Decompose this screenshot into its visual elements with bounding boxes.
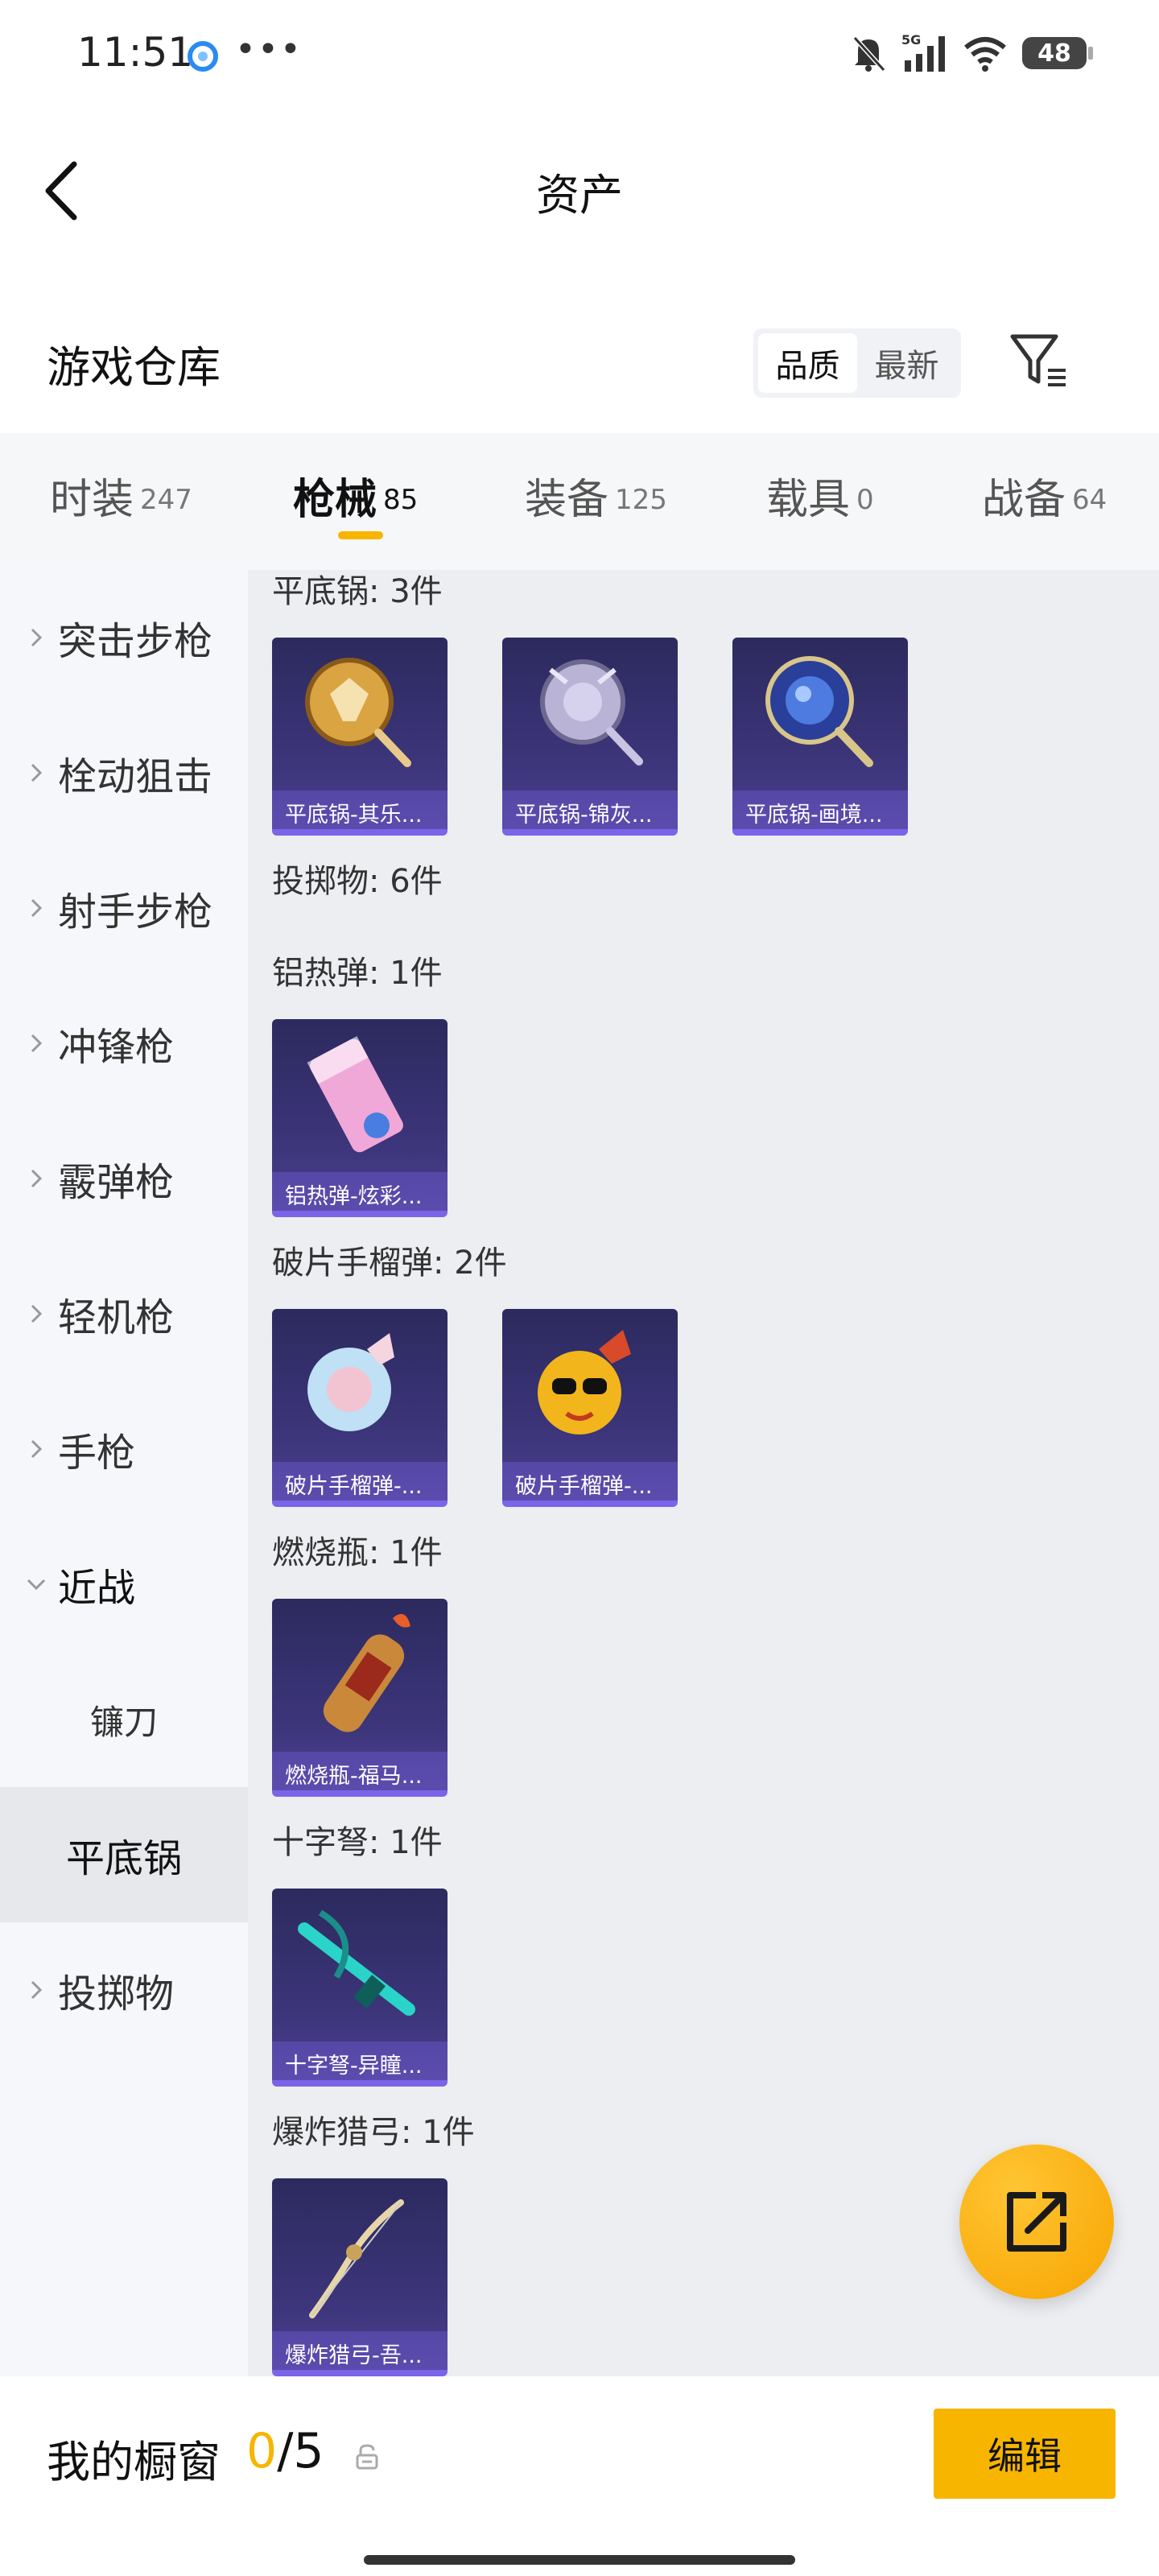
molotov-image [323, 1613, 410, 1732]
frag-grenade-image [307, 1333, 394, 1431]
showcase-count: 0/5 [246, 2423, 324, 2479]
wifi-icon [964, 37, 1006, 72]
showcase-bar: 我的橱窗 0/5 编辑 [0, 2376, 1159, 2576]
status-bar: 11:51 ••• 5G 48 [0, 0, 1159, 105]
chevron-right-icon [24, 625, 48, 650]
sidebar-item-melee[interactable]: 近战 [0, 1517, 248, 1652]
item-card[interactable]: 破片手榴弹-... [272, 1309, 448, 1507]
showcase-label: 我的橱窗 [47, 2437, 221, 2487]
page-title: 资产 [536, 170, 623, 221]
share-button[interactable] [959, 2145, 1114, 2299]
frying-pan-image [540, 659, 643, 766]
chevron-right-icon [24, 761, 48, 785]
sidebar-item-marksman-rifle[interactable]: 射手步枪 [0, 840, 248, 976]
section-title: 平底锅: 3件 [272, 573, 443, 610]
tab-equipment[interactable]: 装备 125 [525, 465, 667, 554]
edit-button[interactable]: 编辑 [934, 2409, 1116, 2499]
active-tab-indicator [338, 531, 383, 539]
home-indicator[interactable] [364, 2555, 795, 2565]
section-title: 破片手榴弹: 2件 [272, 1245, 507, 1282]
item-card[interactable]: 铝热弹-炫彩... [272, 1019, 448, 1217]
crossbow-image [298, 1909, 415, 2016]
more-notifications-icon: ••• [235, 29, 303, 70]
section-title: 爆炸猎弓: 1件 [272, 2114, 475, 2151]
item-card[interactable]: 平底锅-画境... [732, 638, 908, 836]
chevron-right-icon [24, 1437, 48, 1461]
browser-app-icon [188, 41, 218, 72]
tab-fashion[interactable]: 时装 247 [50, 465, 192, 554]
filter-icon[interactable] [1008, 328, 1072, 393]
frag-grenade-image [538, 1330, 631, 1435]
sidebar-item-shotgun[interactable]: 霰弹枪 [0, 1111, 248, 1246]
section-title: 燃烧瓶: 1件 [272, 1534, 443, 1571]
share-icon [1007, 2192, 1066, 2252]
section-title: 铝热弹: 1件 [272, 955, 443, 992]
chevron-right-icon [24, 1302, 48, 1326]
hunting-bow-image [309, 2199, 404, 2318]
sidebar-item-smg[interactable]: 冲锋枪 [0, 976, 248, 1111]
tab-vehicles[interactable]: 载具 0 [766, 465, 874, 554]
sidebar-item-throwables[interactable]: 投掷物 [0, 1922, 248, 2058]
sidebar-item-lmg[interactable]: 轻机枪 [0, 1246, 248, 1381]
category-tabs: 时装 247 枪械 85 装备 125 载具 0 战备 64 [0, 433, 1159, 570]
mute-bell-icon [852, 35, 886, 72]
chevron-down-icon [24, 1576, 48, 1592]
chevron-right-icon [24, 896, 48, 920]
chevron-right-icon [24, 1978, 48, 2002]
item-card[interactable]: 十字弩-异瞳... [272, 1889, 448, 2087]
lock-icon [356, 2444, 378, 2470]
sidebar-item-assault-rifle[interactable]: 突击步枪 [0, 570, 248, 705]
sort-newest-button[interactable]: 最新 [857, 333, 956, 393]
item-card[interactable]: 燃烧瓶-福马... [272, 1599, 448, 1797]
chevron-right-icon [24, 1031, 48, 1055]
weapon-type-sidebar: 突击步枪 栓动狙击 射手步枪 冲锋枪 霰弹枪 轻机枪 手枪 近战 镰刀 平底锅 … [0, 570, 248, 2376]
section-title: 投掷物: 6件 [272, 863, 443, 900]
sort-quality-button[interactable]: 品质 [758, 333, 857, 393]
sidebar-subitem-frying-pan[interactable]: 平底锅 [0, 1787, 248, 1922]
frying-pan-image [305, 658, 411, 767]
tab-battle-gear[interactable]: 战备 64 [982, 465, 1107, 554]
status-time: 11:51 [77, 29, 194, 76]
item-card[interactable]: 爆炸猎弓-吾... [272, 2178, 448, 2376]
item-card[interactable]: 破片手榴弹-... [502, 1309, 678, 1507]
section-title: 十字弩: 1件 [272, 1824, 443, 1861]
sort-toggle: 品质 最新 [753, 328, 961, 398]
item-card[interactable]: 平底锅-锦灰... [502, 638, 678, 836]
cellular-signal-icon: 5G [901, 33, 945, 72]
item-card[interactable]: 平底锅-其乐... [272, 638, 448, 836]
sidebar-item-bolt-sniper[interactable]: 栓动狙击 [0, 705, 248, 840]
chevron-right-icon [24, 1166, 48, 1191]
sidebar-item-pistol[interactable]: 手枪 [0, 1381, 248, 1517]
svg-text:5G: 5G [901, 33, 921, 47]
warehouse-title: 游戏仓库 [47, 342, 221, 393]
sidebar-subitem-sickle[interactable]: 镰刀 [0, 1652, 248, 1787]
thermite-grenade-image [307, 1036, 403, 1153]
item-grid: 平底锅: 3件 平底锅-其乐... 平底锅-锦灰... 平底锅-画境... 投掷… [248, 570, 1159, 2376]
frying-pan-image [765, 656, 873, 767]
tab-firearms[interactable]: 枪械 85 [293, 465, 418, 554]
battery-icon: 48 [1022, 37, 1093, 69]
